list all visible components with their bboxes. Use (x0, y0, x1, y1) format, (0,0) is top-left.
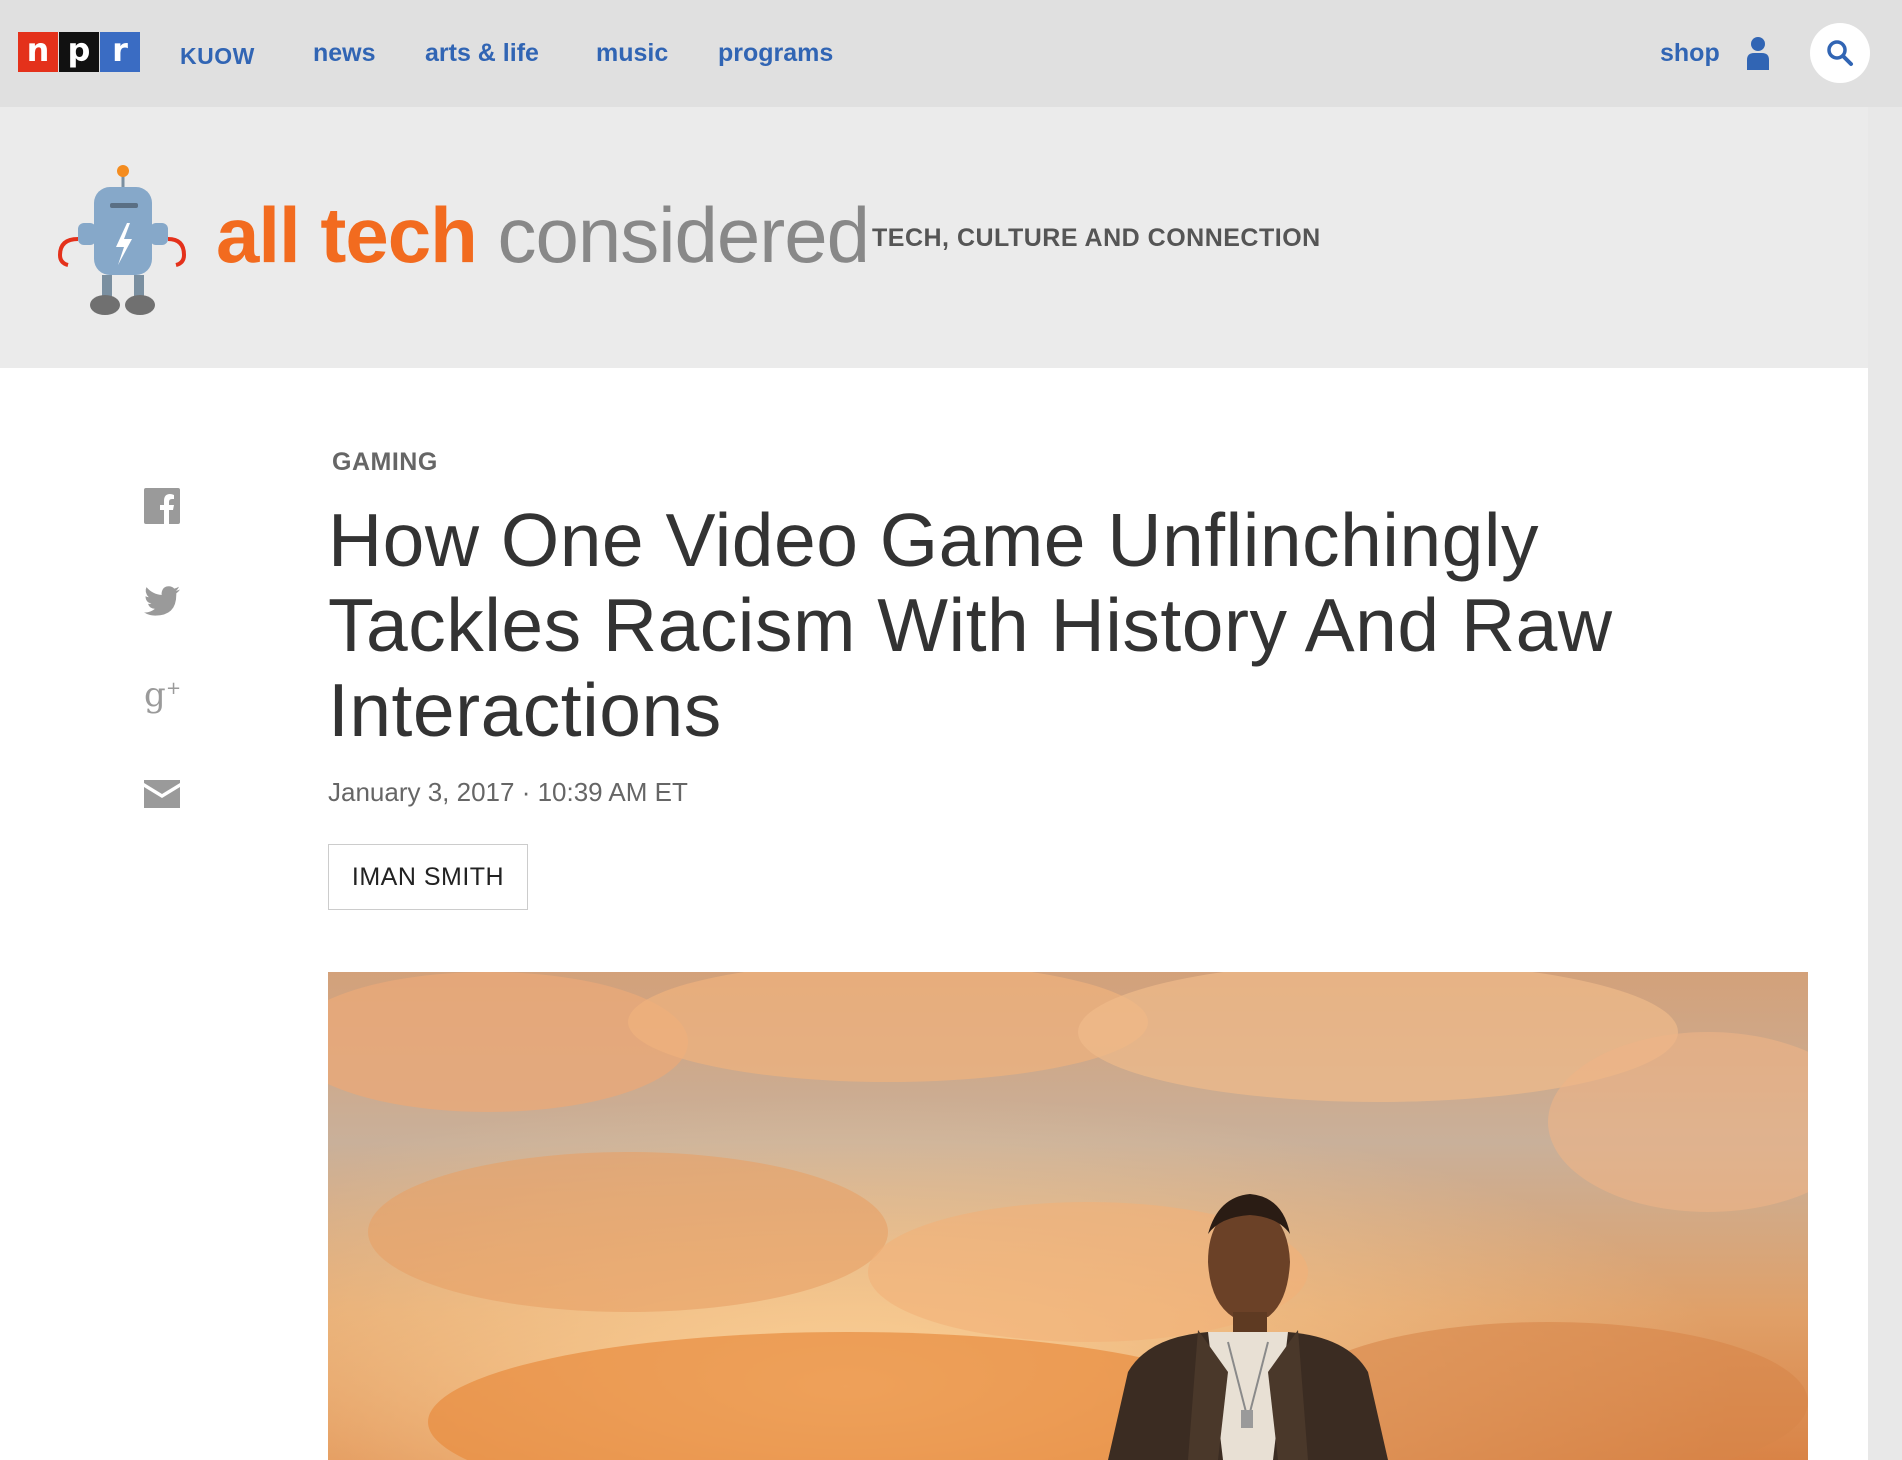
hero-image-scene (328, 972, 1808, 1460)
blog-title-accent: all tech (216, 191, 478, 279)
npr-logo-n: n (18, 32, 58, 72)
station-link[interactable]: KUOW (180, 43, 255, 70)
facebook-icon[interactable] (144, 488, 180, 524)
svg-text:g: g (144, 676, 166, 715)
blog-banner: all tech considered TECH, CULTURE AND CO… (0, 107, 1868, 368)
hero-image (328, 972, 1808, 1460)
search-button[interactable] (1810, 23, 1870, 83)
user-icon[interactable] (1745, 36, 1771, 70)
google-plus-icon[interactable]: g + (144, 676, 184, 716)
blog-tagline: TECH, CULTURE AND CONNECTION (872, 224, 1321, 252)
page-edge (1868, 107, 1902, 1460)
robot-mascot-icon[interactable] (52, 159, 192, 319)
twitter-icon[interactable] (144, 586, 180, 616)
search-icon (1827, 40, 1853, 66)
section-slug[interactable]: GAMING (332, 448, 438, 477)
nav-music-link[interactable]: music (596, 39, 668, 68)
blog-title[interactable]: all tech considered (216, 195, 870, 275)
npr-logo[interactable]: n p r (18, 32, 141, 72)
nav-programs-link[interactable]: programs (718, 39, 833, 68)
shop-link[interactable]: shop (1660, 39, 1720, 68)
nav-news-link[interactable]: news (313, 39, 376, 68)
author-byline[interactable]: IMAN SMITH (328, 844, 528, 910)
blog-title-rest: considered (497, 191, 870, 279)
npr-logo-p: p (59, 32, 99, 72)
npr-logo-r: r (100, 32, 140, 72)
svg-text:+: + (166, 678, 181, 699)
article-headline: How One Video Game Unflinchingly Tackles… (328, 498, 1613, 752)
top-navigation: n p r KUOW news arts & life music progra… (0, 0, 1902, 107)
email-icon[interactable] (144, 780, 180, 808)
article-dateline: January 3, 2017 · 10:39 AM ET (328, 777, 688, 807)
nav-arts-life-link[interactable]: arts & life (425, 39, 539, 68)
